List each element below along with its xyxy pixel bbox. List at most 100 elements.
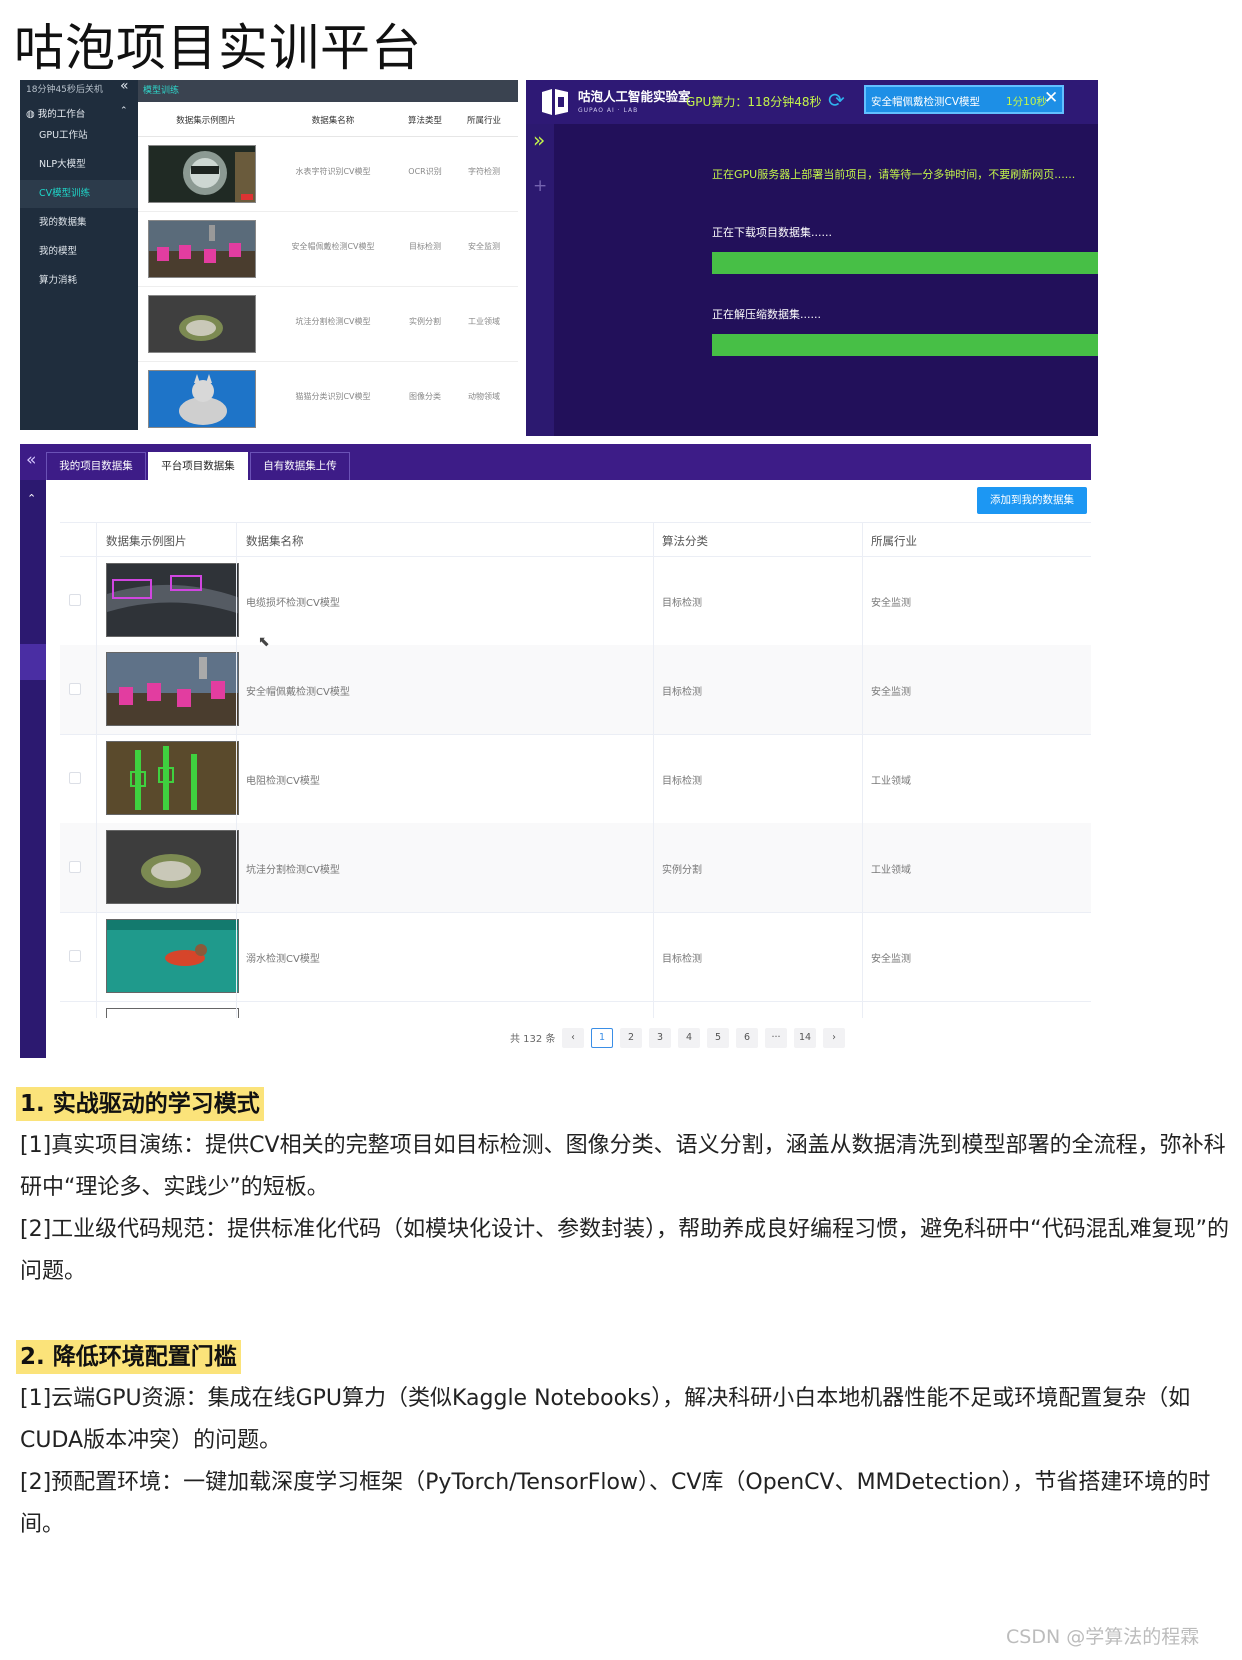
column-header: 算法类型 [407, 116, 442, 126]
sidebar-item-my-datasets[interactable]: 我的数据集 [20, 209, 138, 237]
refresh-icon[interactable]: ⟳ [828, 88, 845, 112]
step-label: 正在解压缩数据集...... [712, 308, 821, 321]
algorithm-type: 目标检测 [662, 687, 702, 698]
section-heading: 1. 实战驱动的学习模式 [16, 1087, 264, 1121]
task-tab[interactable]: 安全帽佩戴检测CV模型 1分10秒 ✕ [864, 85, 1064, 114]
sidebar: 18分钟45秒后关机 « ◍ 我的工作台 ⌃ GPU工作站 NLP大模型 CV模型… [20, 80, 138, 430]
table-row[interactable]: 水表字符识别CV模型 OCR识别 字符检测 [138, 137, 518, 212]
algorithm-type: 实例分割 [409, 317, 441, 326]
tab-upload-own-dataset[interactable]: 自有数据集上传 [250, 452, 350, 480]
shutdown-timer: 18分钟45秒后关机 [26, 85, 103, 95]
table-row[interactable]: 坑洼分割检测CV模型 实例分割 工业领域 [138, 287, 518, 362]
chevron-up-icon[interactable]: ⌃ [27, 492, 36, 505]
side-rail-active-item[interactable] [20, 644, 46, 680]
page-button[interactable]: 6 [736, 1028, 758, 1048]
table-header: 数据集示例图片 数据集名称 算法分类 所属行业 [60, 522, 1091, 557]
deploy-screenshot: 咕泡人工智能实验室 GUPAO AI · LAB GPU算力：118分钟48秒 … [526, 80, 1098, 436]
lab-name: 咕泡人工智能实验室 [578, 89, 691, 104]
page-button[interactable]: 4 [678, 1028, 700, 1048]
dataset-name: 水表字符识别CV模型 [295, 167, 371, 176]
industry: 安全监测 [871, 687, 911, 698]
table-row[interactable]: 猫猫分类识别CV模型 图像分类 动物领域 [138, 362, 518, 430]
more-pages-button[interactable]: ··· [765, 1028, 787, 1048]
download-progress-bar [712, 252, 1098, 274]
page-button[interactable]: 5 [707, 1028, 729, 1048]
helmet-workers-icon [148, 220, 256, 278]
tab-my-project-datasets[interactable]: 我的项目数据集 [46, 452, 146, 480]
dataset-name: 安全帽佩戴检测CV模型 [291, 242, 375, 251]
add-to-my-datasets-button[interactable]: 添加到我的数据集 [977, 487, 1087, 514]
table-row[interactable]: 坑洼分割检测CV模型 实例分割 工业领域 [60, 823, 1091, 913]
page-button[interactable]: 2 [620, 1028, 642, 1048]
expand-icon[interactable]: » [533, 128, 545, 152]
pothole-icon [106, 830, 239, 904]
column-header: 数据集示例图片 [176, 116, 236, 126]
total-count: 共 132 条 [510, 1034, 556, 1045]
cable-damage-icon [106, 563, 239, 637]
tab-platform-datasets[interactable]: 平台项目数据集 [148, 452, 248, 480]
page-button[interactable]: 14 [794, 1028, 816, 1048]
unzip-progress-bar [712, 334, 1098, 356]
page-button[interactable]: 1 [591, 1028, 613, 1048]
step-label: 正在下载项目数据集...... [712, 226, 832, 239]
industry: 安全监测 [468, 242, 500, 251]
breadcrumb: 模型训练 [143, 86, 180, 96]
pagination: 共 132 条 ‹ 1 2 3 4 5 6 ··· 14 › [20, 1018, 1091, 1058]
industry: 字符检测 [468, 167, 500, 176]
page-button[interactable]: 3 [649, 1028, 671, 1048]
table-row[interactable]: 溺水检测CV模型 目标检测 安全监测 [60, 912, 1091, 1002]
sidebar-item-nlp-model[interactable]: NLP大模型 [20, 151, 138, 179]
row-checkbox[interactable] [69, 861, 81, 873]
paragraph: [1]真实项目演练：提供CV相关的完整项目如目标检测、图像分类、语义分割，涵盖从… [20, 1133, 1226, 1200]
dataset-table: 数据集示例图片 数据集名称 算法分类 所属行业 电缆损坏检测CV模型 目标检测 … [60, 522, 1091, 1018]
task-name: 安全帽佩戴检测CV模型 [871, 96, 981, 108]
column-header: 所属行业 [871, 534, 917, 548]
row-checkbox[interactable] [69, 772, 81, 784]
dataset-name: 电阻检测CV模型 [246, 776, 320, 787]
sidebar-item-compute-usage[interactable]: 算力消耗 [20, 267, 138, 295]
paragraph: [2]工业级代码规范：提供标准化代码（如模块化设计、参数封装），帮助养成良好编程… [20, 1217, 1229, 1284]
close-icon[interactable]: ✕ [1044, 88, 1058, 108]
task-timer: 1分10秒 [1006, 96, 1048, 108]
column-divider [862, 522, 863, 1018]
chevron-up-icon[interactable]: ⌃ [120, 106, 128, 116]
row-checkbox[interactable] [69, 594, 81, 606]
row-checkbox[interactable] [69, 950, 81, 962]
next-page-button[interactable]: › [823, 1028, 845, 1048]
dataset-name: 溺水检测CV模型 [246, 954, 320, 965]
row-checkbox[interactable] [69, 683, 81, 695]
paragraph: [1]云端GPU资源：集成在线GPU算力（类似Kaggle Notebooks）… [20, 1386, 1191, 1453]
collapse-icon[interactable]: « [26, 450, 36, 470]
sidebar-item-gpu-workstation[interactable]: GPU工作站 [20, 122, 138, 150]
table-row[interactable] [60, 1001, 1091, 1018]
prev-page-button[interactable]: ‹ [562, 1028, 584, 1048]
industry: 工业领域 [871, 865, 911, 876]
drowning-icon [106, 919, 239, 993]
side-rail: ⌃ [20, 480, 46, 1058]
column-divider [653, 522, 654, 1018]
column-header: 数据集名称 [311, 116, 355, 126]
top-bar: 模型训练 [138, 80, 518, 102]
table-row[interactable]: 安全帽佩戴检测CV模型 目标检测 安全监测 [138, 212, 518, 287]
sidebar-item-my-models[interactable]: 我的模型 [20, 238, 138, 266]
sidebar-group-workspace[interactable]: ◍ 我的工作台 [26, 106, 85, 120]
mouse-cursor-icon: ⬉ [258, 634, 270, 650]
sidebar-item-cv-training[interactable]: CV模型训练 [20, 180, 138, 208]
column-header: 所属行业 [466, 116, 501, 126]
industry: 动物领域 [468, 392, 500, 401]
section-heading: 2. 降低环境配置门槛 [16, 1340, 241, 1374]
algorithm-type: 目标检测 [662, 598, 702, 609]
lab-subtitle: GUPAO AI · LAB [578, 107, 639, 114]
column-divider [96, 522, 97, 1018]
table-row[interactable]: 电阻检测CV模型 目标检测 工业领域 [60, 734, 1091, 824]
dataset-name: 猫猫分类识别CV模型 [295, 392, 371, 401]
table-row[interactable]: 电缆损坏检测CV模型 目标检测 安全监测 [60, 556, 1091, 646]
algorithm-type: 目标检测 [409, 242, 441, 251]
dataset-name: 坑洼分割检测CV模型 [246, 865, 340, 876]
industry: 工业领域 [468, 317, 500, 326]
collapse-icon[interactable]: « [120, 80, 129, 94]
plus-icon[interactable]: + [533, 176, 547, 196]
table-row[interactable]: 安全帽佩戴检测CV模型 目标检测 安全监测 [60, 645, 1091, 735]
algorithm-type: OCR识别 [408, 167, 442, 176]
industry: 安全监测 [871, 954, 911, 965]
